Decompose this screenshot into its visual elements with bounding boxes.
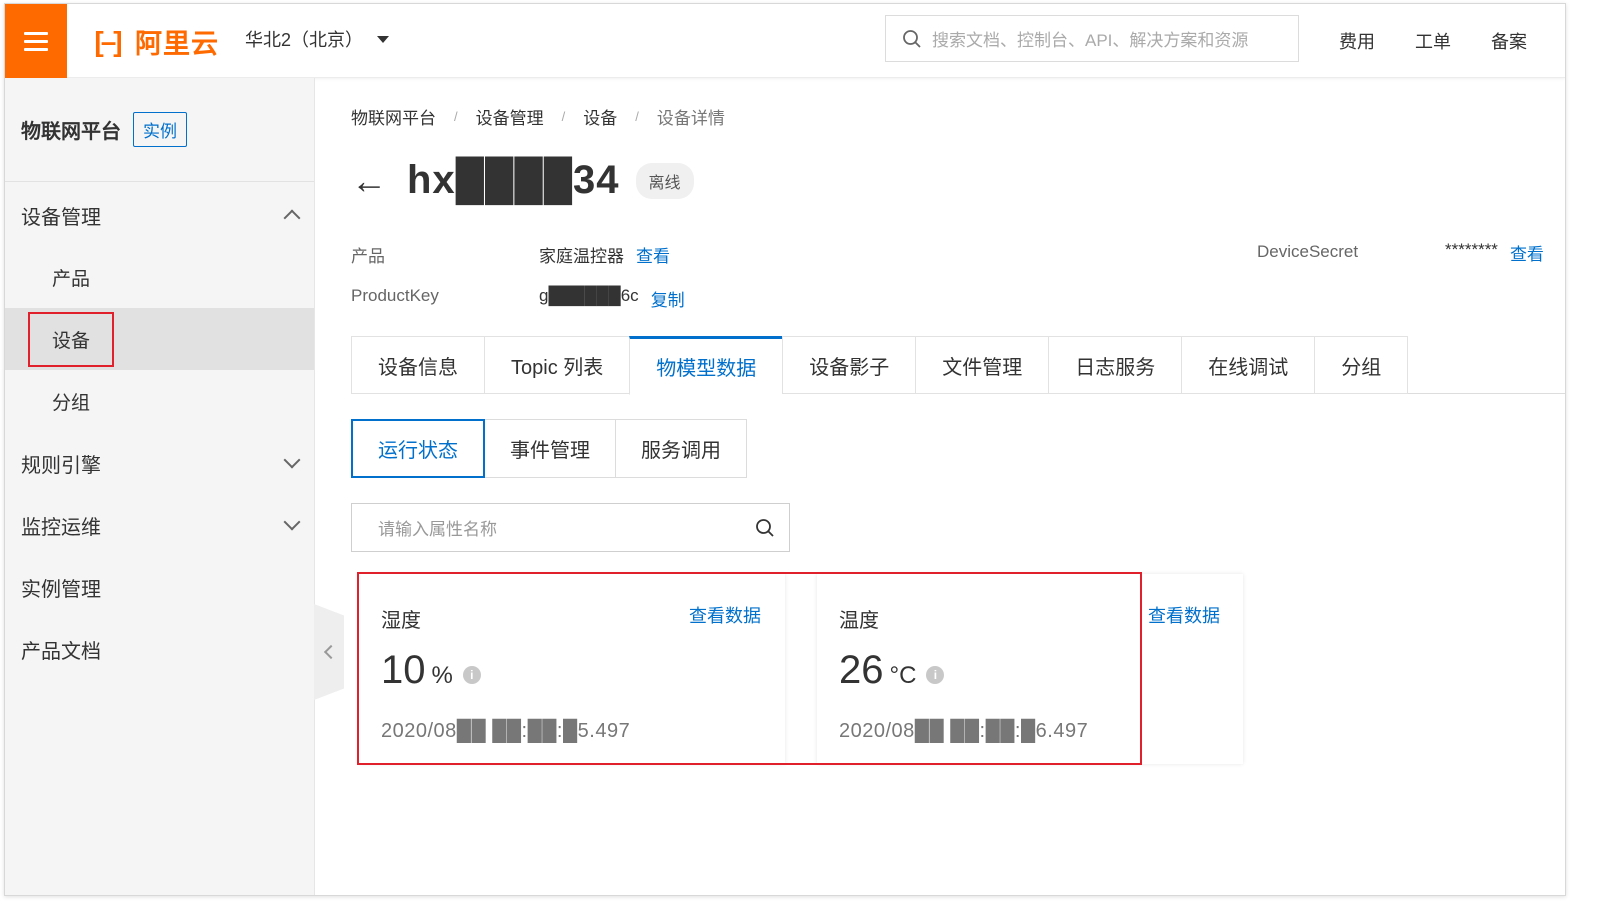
tab-topic-list[interactable]: Topic 列表 — [484, 336, 630, 394]
sidebar-item-product[interactable]: 产品 — [5, 246, 314, 308]
caret-down-icon — [377, 35, 390, 43]
subtab-running-status[interactable]: 运行状态 — [351, 419, 485, 478]
property-title: 温度 — [839, 610, 879, 632]
productkey-value: g██████6c — [539, 286, 639, 305]
device-secret-group: ******** 查看 — [1445, 240, 1544, 265]
sidebar-item-label: 设备 — [28, 311, 115, 367]
device-tabs: 设备信息 Topic 列表 物模型数据 设备影子 文件管理 日志服务 在线调试 … — [351, 336, 1565, 395]
sidebar-group-instance[interactable]: 实例管理 — [5, 556, 314, 618]
breadcrumb-separator: / — [635, 109, 639, 124]
sidebar-group-monitor[interactable]: 监控运维 — [5, 494, 314, 556]
tab-device-shadow[interactable]: 设备影子 — [782, 336, 916, 394]
productkey-label: ProductKey — [351, 286, 439, 305]
subtab-service-call[interactable]: 服务调用 — [616, 419, 747, 478]
tab-file-mgmt[interactable]: 文件管理 — [915, 336, 1049, 394]
status-badge: 离线 — [635, 162, 694, 199]
product-value-group: 家庭温控器 查看 — [539, 242, 670, 267]
subtab-event-mgmt[interactable]: 事件管理 — [485, 419, 616, 478]
property-unit: °C — [889, 662, 917, 689]
sidebar-item-group[interactable]: 分组 — [5, 370, 314, 432]
property-timestamp: 2020/08██ ██:██:█6.497 — [839, 720, 1089, 742]
view-data-link[interactable]: 查看数据 — [689, 602, 761, 628]
sidebar-group-device-mgmt[interactable]: 设备管理 — [5, 184, 314, 246]
sidebar-group-label: 规则引擎 — [21, 454, 101, 477]
tab-thing-model-data[interactable]: 物模型数据 — [629, 336, 783, 395]
filing-link[interactable]: 备案 — [1491, 28, 1527, 54]
property-value: 10 % i — [381, 648, 481, 693]
breadcrumb-item[interactable]: 设备管理 — [476, 104, 544, 129]
breadcrumb-item[interactable]: 设备 — [583, 104, 617, 129]
aliyun-logo[interactable]: [–] 阿里云 — [85, 22, 219, 61]
sidebar-item-device[interactable]: 设备 — [5, 308, 314, 370]
chevron-down-icon — [283, 513, 301, 531]
property-number: 26 — [839, 648, 884, 692]
tickets-link[interactable]: 工单 — [1415, 28, 1451, 54]
property-card-humidity: 湿度 查看数据 10 % i 2020/08██ ██:██:█5.497 — [359, 574, 785, 764]
sidebar-group-rules[interactable]: 规则引擎 — [5, 432, 314, 494]
breadcrumb: 物联网平台 / 设备管理 / 设备 / 设备详情 — [351, 104, 725, 129]
info-icon[interactable]: i — [462, 666, 481, 684]
product-value: 家庭温控器 — [539, 247, 624, 266]
fees-link[interactable]: 费用 — [1339, 28, 1375, 54]
sidebar-group-label: 监控运维 — [21, 516, 101, 539]
main-content: 物联网平台 / 设备管理 / 设备 / 设备详情 ← hx████34 离线 产… — [351, 78, 1565, 895]
property-search-input[interactable]: 请输入属性名称 — [351, 503, 790, 552]
property-title: 湿度 — [381, 610, 421, 632]
top-bar: [–] 阿里云 华北2（北京） 搜索文档、控制台、API、解决方案和资源 费用 … — [5, 4, 1565, 78]
tab-online-debug[interactable]: 在线调试 — [1181, 336, 1315, 394]
productkey-value-group: g██████6c 复制 — [539, 286, 685, 311]
back-arrow-icon[interactable]: ← — [351, 160, 391, 202]
product-label: 产品 — [351, 247, 385, 266]
property-unit: % — [431, 662, 453, 689]
copy-productkey-link[interactable]: 复制 — [651, 286, 685, 311]
page-title-row: ← hx████34 离线 — [351, 158, 694, 203]
search-icon — [903, 29, 921, 48]
view-secret-link[interactable]: 查看 — [1510, 240, 1544, 265]
device-secret-value: ******** — [1445, 240, 1498, 259]
sidebar-header: 物联网平台 实例 — [5, 78, 314, 182]
breadcrumb-item[interactable]: 物联网平台 — [351, 104, 436, 129]
view-product-link[interactable]: 查看 — [636, 242, 670, 267]
logo-text: 阿里云 — [135, 29, 219, 59]
property-card-temperature: 温度 查看数据 26 °C i 2020/08██ ██:██:█6.497 — [817, 574, 1243, 764]
sidebar-collapse-handle[interactable] — [314, 604, 344, 700]
menu-icon[interactable] — [5, 4, 67, 78]
sidebar-group-label: 实例管理 — [21, 578, 101, 601]
thing-model-subtabs: 运行状态 事件管理 服务调用 — [351, 419, 747, 478]
property-value: 26 °C i — [839, 648, 945, 693]
device-secret-label: DeviceSecret — [1257, 242, 1359, 261]
sidebar-group-docs[interactable]: 产品文档 — [5, 618, 314, 680]
tab-log-service[interactable]: 日志服务 — [1048, 336, 1182, 394]
tab-device-info[interactable]: 设备信息 — [351, 336, 484, 394]
instance-badge[interactable]: 实例 — [133, 112, 187, 147]
chevron-left-icon — [323, 644, 339, 660]
sidebar-group-label: 产品文档 — [21, 640, 101, 663]
sidebar-group-label: 设备管理 — [21, 206, 101, 229]
breadcrumb-current: 设备详情 — [656, 109, 725, 128]
global-search-input[interactable]: 搜索文档、控制台、API、解决方案和资源 — [885, 15, 1299, 62]
property-timestamp: 2020/08██ ██:██:█5.497 — [381, 720, 631, 742]
page-title: hx████34 — [407, 158, 620, 202]
view-data-link[interactable]: 查看数据 — [1148, 602, 1220, 628]
logo-mark-icon: [–] — [94, 25, 122, 57]
breadcrumb-separator: / — [561, 109, 566, 124]
property-search-placeholder: 请输入属性名称 — [378, 520, 497, 539]
sidebar: 物联网平台 实例 设备管理 产品 设备 分组 规则引擎 监控运维 实例管理 产品… — [5, 78, 315, 895]
breadcrumb-separator: / — [454, 109, 458, 124]
chevron-down-icon — [283, 451, 301, 469]
tab-group[interactable]: 分组 — [1314, 336, 1409, 394]
property-number: 10 — [381, 648, 426, 692]
top-links: 费用 工单 备案 — [1339, 28, 1527, 54]
sidebar-item-label: 分组 — [52, 392, 91, 414]
search-icon[interactable] — [755, 518, 775, 538]
info-icon[interactable]: i — [926, 666, 945, 684]
sidebar-title: 物联网平台 — [21, 121, 121, 143]
region-selector[interactable]: 华北2（北京） — [245, 26, 390, 52]
chevron-up-icon — [283, 209, 301, 227]
region-label: 华北2（北京） — [245, 30, 364, 50]
global-search-placeholder: 搜索文档、控制台、API、解决方案和资源 — [932, 31, 1249, 50]
console-window: [–] 阿里云 华北2（北京） 搜索文档、控制台、API、解决方案和资源 费用 … — [4, 3, 1566, 896]
sidebar-item-label: 产品 — [52, 268, 91, 290]
